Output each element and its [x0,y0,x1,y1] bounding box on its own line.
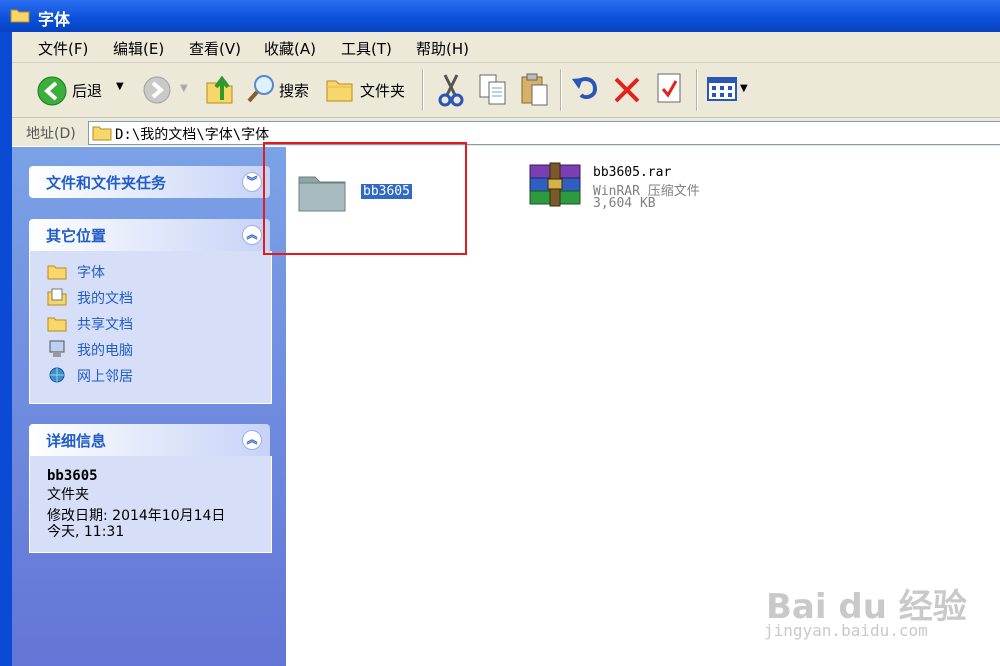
back-button[interactable]: 后退 ▼ [36,73,136,107]
my-documents-icon [47,288,67,306]
menu-file[interactable]: 文件(F) [38,38,88,59]
up-folder-icon[interactable] [205,73,235,105]
place-label: 字体 [77,265,105,281]
place-label: 我的文档 [77,291,133,307]
back-dropdown-icon[interactable]: ▼ [116,81,124,92]
folders-button[interactable]: 文件夹 [325,71,415,107]
other-places-header[interactable]: 其它位置 ︽ [29,219,270,251]
collapse-chevron-icon[interactable]: ︽ [242,430,262,450]
undo-icon[interactable] [569,73,601,105]
forward-button[interactable]: ▼ [142,75,194,107]
place-label: 网上邻居 [77,369,133,385]
address-path: D:\我的文档\字体\字体 [115,127,270,143]
views-button[interactable]: ▼ [706,75,756,105]
search-icon [247,75,274,103]
copy-icon[interactable] [478,73,508,107]
other-places-title: 其它位置 [46,227,107,245]
back-label: 后退 [72,82,103,100]
details-body: bb3605 文件夹 修改日期: 2014年10月14日 今天, 11:31 [29,456,272,553]
back-arrow-icon [37,76,67,106]
forward-arrow-icon [143,76,171,104]
file-tasks-title: 文件和文件夹任务 [46,174,167,192]
forward-dropdown-icon: ▼ [180,83,188,94]
file-item-archive[interactable]: bb3605.rar WinRAR 压缩文件 3,604 KB [526,161,756,213]
toolbar: 后退 ▼ ▼ 搜索 文件夹 ▼ [12,63,1000,118]
paste-icon[interactable] [520,72,550,108]
window-title: 字体 [38,10,71,29]
collapse-chevron-icon[interactable]: ︽ [242,225,262,245]
cut-icon[interactable] [437,73,465,107]
menu-view[interactable]: 查看(V) [189,38,241,59]
file-list-area[interactable]: bb3605 bb3605.rar WinRAR 压缩文件 3,604 KB B… [263,142,1000,666]
address-input[interactable]: D:\我的文档\字体\字体 [88,121,1000,145]
place-label: 我的电脑 [77,343,133,359]
properties-icon[interactable] [655,72,685,106]
address-bar: 地址(D) D:\我的文档\字体\字体 [12,118,1000,146]
file-name: bb3605.rar [593,165,672,180]
toolbar-separator [560,69,562,111]
menu-bar: 文件(F) 编辑(E) 查看(V) 收藏(A) 工具(T) 帮助(H) [12,32,1000,63]
toolbar-separator [696,69,698,111]
details-header[interactable]: 详细信息 ︽ [29,424,270,456]
task-pane: 文件和文件夹任务 ︾ 其它位置 ︽ 字体 我的文档 共享文档 我的电脑 网上邻居… [12,147,286,666]
toolbar-separator [422,69,424,111]
other-places-body: 字体 我的文档 共享文档 我的电脑 网上邻居 [29,251,272,404]
folders-icon [326,80,353,102]
details-title: 详细信息 [46,432,107,450]
delete-icon[interactable] [612,75,642,105]
title-bar[interactable]: 字体 [0,0,1000,32]
window-frame-left [0,32,12,666]
file-tasks-header[interactable]: 文件和文件夹任务 ︾ [29,166,270,198]
menu-favorites[interactable]: 收藏(A) [264,38,316,59]
folder-icon [92,126,112,141]
my-computer-icon [49,340,65,357]
search-label: 搜索 [279,82,310,100]
winrar-archive-icon [529,162,581,207]
highlight-box [263,142,467,255]
file-size: 3,604 KB [593,196,656,211]
views-icon [707,77,737,101]
folder-icon [10,9,30,23]
address-label: 地址(D) [26,126,76,142]
detail-name: bb3605 [47,468,98,484]
menu-tools[interactable]: 工具(T) [341,38,392,59]
detail-type: 文件夹 [47,487,89,503]
network-icon [49,367,65,383]
menu-edit[interactable]: 编辑(E) [113,38,164,59]
search-button[interactable]: 搜索 [246,71,314,107]
shared-folder-icon [47,317,67,332]
menu-help[interactable]: 帮助(H) [416,38,469,59]
place-label: 共享文档 [77,317,133,333]
expand-chevron-icon[interactable]: ︾ [242,172,262,192]
views-dropdown-icon: ▼ [740,83,748,94]
watermark-url: jingyan.baidu.com [764,621,928,640]
detail-modified-time: 今天, 11:31 [47,524,125,540]
folder-icon [47,265,67,280]
folders-label: 文件夹 [360,82,406,100]
